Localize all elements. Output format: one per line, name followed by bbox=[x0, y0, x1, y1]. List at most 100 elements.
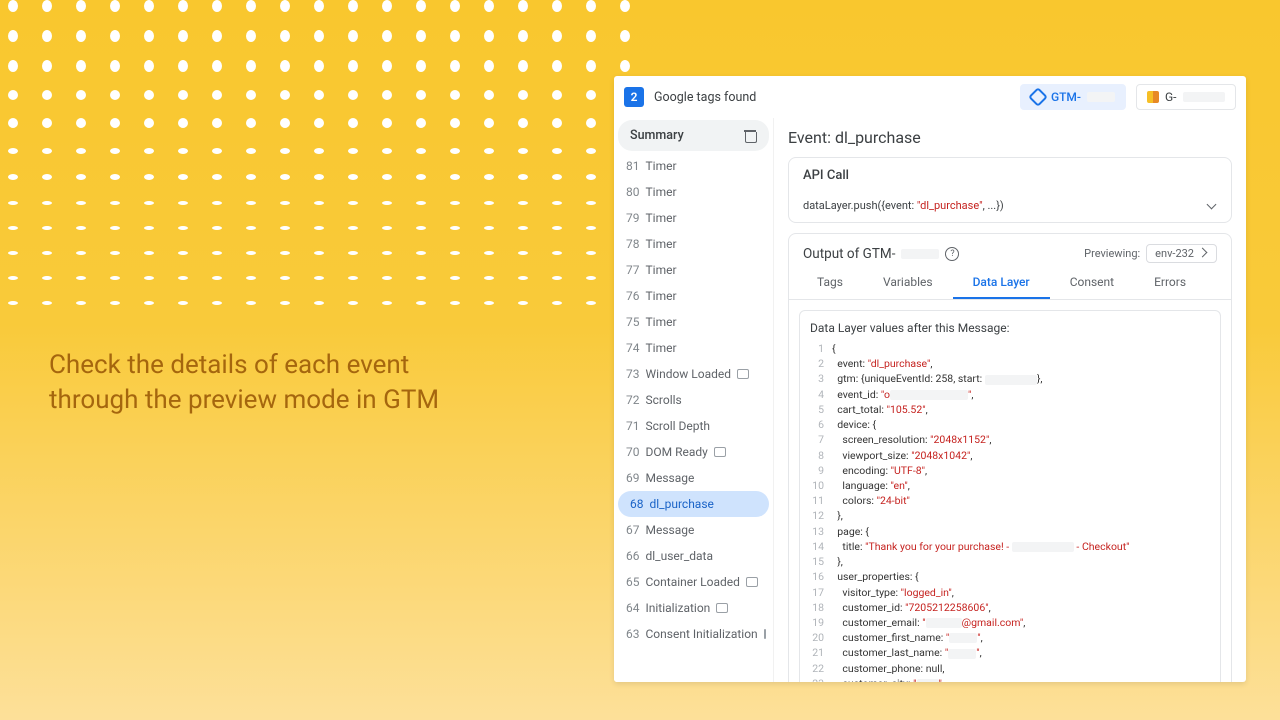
data-layer-title: Data Layer values after this Message: bbox=[810, 321, 1210, 335]
event-number: 79 bbox=[626, 211, 640, 225]
sidebar-item-timer[interactable]: 77 Timer bbox=[614, 257, 773, 283]
tags-count-badge: 2 bbox=[624, 87, 644, 107]
redacted bbox=[901, 249, 939, 259]
summary-header[interactable]: Summary bbox=[618, 120, 769, 151]
sidebar-item-timer[interactable]: 78 Timer bbox=[614, 231, 773, 257]
api-call-row[interactable]: dataLayer.push({event: "dl_purchase", ..… bbox=[789, 193, 1231, 222]
data-layer-box: Data Layer values after this Message: 1{… bbox=[799, 310, 1221, 682]
sidebar-item-timer[interactable]: 79 Timer bbox=[614, 205, 773, 231]
sidebar-item-window-loaded[interactable]: 73 Window Loaded bbox=[614, 361, 773, 387]
ga-chip-label: G- bbox=[1165, 90, 1177, 104]
sidebar-item-container-loaded[interactable]: 65 Container Loaded bbox=[614, 569, 773, 595]
tab-consent[interactable]: Consent bbox=[1050, 267, 1134, 299]
sidebar-item-timer[interactable]: 75 Timer bbox=[614, 309, 773, 335]
event-label: Timer bbox=[646, 289, 677, 303]
gtm-icon bbox=[1028, 87, 1048, 107]
code-line: 12 }, bbox=[810, 508, 1210, 523]
code-line: 2 event: "dl_purchase", bbox=[810, 356, 1210, 371]
output-card: Output of GTM- ? Previewing: env-232 Tag… bbox=[788, 233, 1232, 682]
ga-container-chip[interactable]: G- bbox=[1136, 84, 1236, 110]
event-number: 70 bbox=[626, 445, 640, 459]
event-label: Timer bbox=[646, 237, 677, 251]
code-line: 4 event_id: "o", bbox=[810, 387, 1210, 402]
previewing-label: Previewing: bbox=[1084, 247, 1140, 260]
redacted bbox=[1087, 92, 1115, 102]
event-label: Scrolls bbox=[646, 393, 682, 407]
event-label: dl_user_data bbox=[646, 549, 714, 563]
code-line: 17 visitor_type: "logged_in", bbox=[810, 585, 1210, 600]
previewing-control: Previewing: env-232 bbox=[1084, 244, 1217, 263]
event-number: 81 bbox=[626, 159, 640, 173]
redacted bbox=[1183, 92, 1225, 102]
output-tabs: TagsVariablesData LayerConsentErrors bbox=[789, 267, 1231, 300]
event-number: 65 bbox=[626, 575, 640, 589]
env-selector[interactable]: env-232 bbox=[1146, 244, 1217, 263]
code-line: 19 customer_email: "@gmail.com", bbox=[810, 615, 1210, 630]
tab-tags[interactable]: Tags bbox=[797, 267, 863, 299]
sidebar-item-timer[interactable]: 80 Timer bbox=[614, 179, 773, 205]
code-line: 10 language: "en", bbox=[810, 478, 1210, 493]
sidebar-item-timer[interactable]: 76 Timer bbox=[614, 283, 773, 309]
output-header: Output of GTM- ? Previewing: env-232 bbox=[789, 234, 1231, 267]
sidebar-item-dl_purchase[interactable]: 68 dl_purchase bbox=[618, 491, 769, 517]
code-line: 11 colors: "24-bit" bbox=[810, 493, 1210, 508]
sidebar-item-timer[interactable]: 81 Timer bbox=[614, 153, 773, 179]
sidebar-item-dom-ready[interactable]: 70 DOM Ready bbox=[614, 439, 773, 465]
event-label: Timer bbox=[646, 159, 677, 173]
event-number: 80 bbox=[626, 185, 640, 199]
event-label: Message bbox=[646, 471, 695, 485]
sidebar-item-message[interactable]: 69 Message bbox=[614, 465, 773, 491]
sidebar-item-initialization[interactable]: 64 Initialization bbox=[614, 595, 773, 621]
code-line: 14 title: "Thank you for your purchase! … bbox=[810, 539, 1210, 554]
help-icon[interactable]: ? bbox=[945, 247, 959, 261]
tab-variables[interactable]: Variables bbox=[863, 267, 953, 299]
event-number: 69 bbox=[626, 471, 640, 485]
sidebar-item-scrolls[interactable]: 72 Scrolls bbox=[614, 387, 773, 413]
code-line: 22 customer_phone: null, bbox=[810, 661, 1210, 676]
sidebar-item-timer[interactable]: 74 Timer bbox=[614, 335, 773, 361]
event-number: 64 bbox=[626, 601, 640, 615]
tab-errors[interactable]: Errors bbox=[1134, 267, 1206, 299]
page-icon bbox=[714, 447, 726, 457]
event-title: Event: dl_purchase bbox=[788, 128, 1232, 147]
event-number: 78 bbox=[626, 237, 640, 251]
trash-icon[interactable] bbox=[743, 129, 757, 143]
event-number: 63 bbox=[626, 627, 640, 641]
event-sidebar: Summary 81 Timer80 Timer79 Timer78 Timer… bbox=[614, 118, 774, 682]
event-number: 73 bbox=[626, 367, 640, 381]
gtm-chip-label: GTM- bbox=[1051, 90, 1081, 104]
sidebar-item-message[interactable]: 67 Message bbox=[614, 517, 773, 543]
code-line: 8 viewport_size: "2048x1042", bbox=[810, 448, 1210, 463]
caption-line-1: Check the details of each event bbox=[49, 350, 409, 380]
code-line: 18 customer_id: "7205212258606", bbox=[810, 600, 1210, 615]
api-call-title: API Call bbox=[789, 158, 1231, 193]
tags-found-label: Google tags found bbox=[654, 90, 756, 105]
event-label: DOM Ready bbox=[646, 445, 708, 459]
page-icon bbox=[746, 577, 758, 587]
sidebar-item-scroll-depth[interactable]: 71 Scroll Depth bbox=[614, 413, 773, 439]
code-line: 3 gtm: {uniqueEventId: 258, start: }, bbox=[810, 371, 1210, 386]
caption-line-2: through the preview mode in GTM bbox=[49, 385, 439, 415]
tab-data-layer[interactable]: Data Layer bbox=[953, 267, 1050, 299]
sidebar-item-dl_user_data[interactable]: 66 dl_user_data bbox=[614, 543, 773, 569]
event-number: 76 bbox=[626, 289, 640, 303]
api-call-card: API Call dataLayer.push({event: "dl_purc… bbox=[788, 157, 1232, 223]
code-line: 21 customer_last_name: "", bbox=[810, 645, 1210, 660]
event-label: Timer bbox=[646, 341, 677, 355]
event-number: 72 bbox=[626, 393, 640, 407]
event-label: Container Loaded bbox=[646, 575, 740, 589]
event-label: Timer bbox=[646, 211, 677, 225]
sidebar-item-consent-initialization[interactable]: 63 Consent Initialization bbox=[614, 621, 773, 647]
chevron-down-icon bbox=[1207, 201, 1217, 211]
code-line: 5 cart_total: "105.52", bbox=[810, 402, 1210, 417]
main-content: Event: dl_purchase API Call dataLayer.pu… bbox=[774, 118, 1246, 682]
gtm-container-chip[interactable]: GTM- bbox=[1020, 84, 1126, 110]
code-line: 15 }, bbox=[810, 554, 1210, 569]
output-title: Output of GTM- ? bbox=[803, 246, 959, 262]
code-line: 6 device: { bbox=[810, 417, 1210, 432]
event-number: 74 bbox=[626, 341, 640, 355]
event-label: Timer bbox=[646, 263, 677, 277]
code-line: 9 encoding: "UTF-8", bbox=[810, 463, 1210, 478]
event-number: 77 bbox=[626, 263, 640, 277]
page-icon bbox=[764, 629, 766, 639]
